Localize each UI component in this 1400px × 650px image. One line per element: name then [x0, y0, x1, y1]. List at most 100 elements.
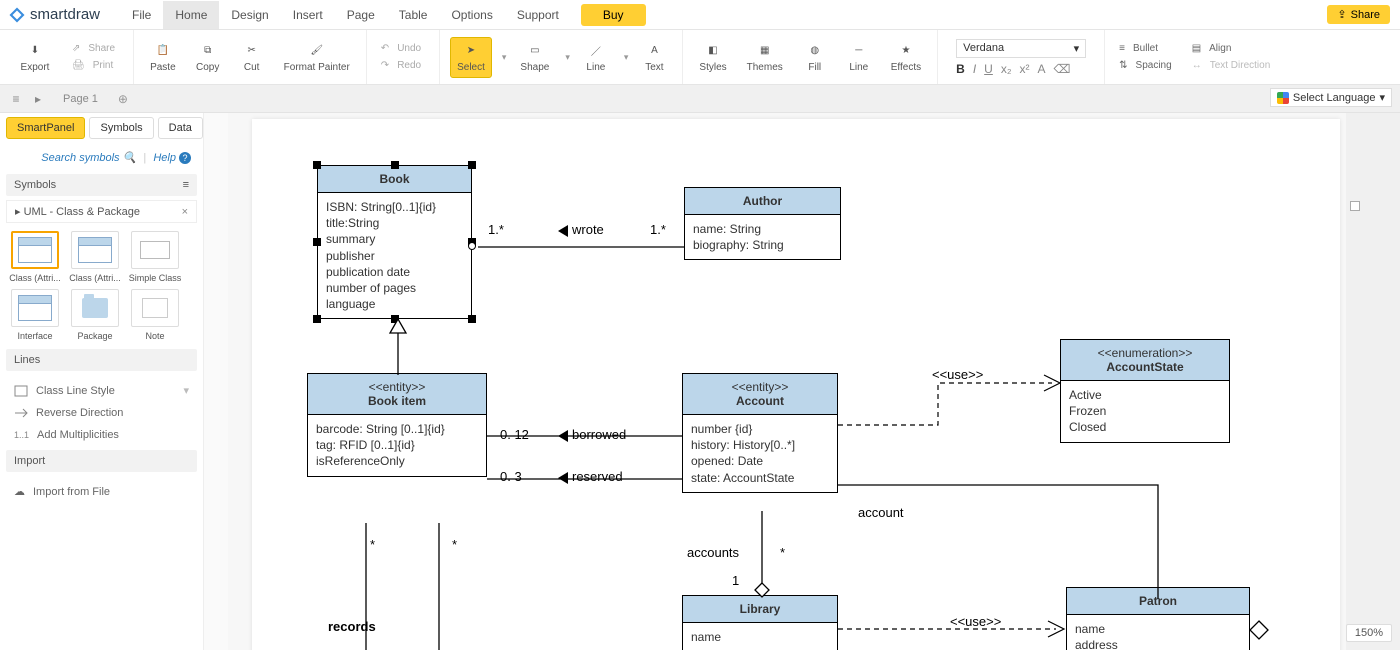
shape-caret-icon[interactable]: ▾	[565, 52, 570, 63]
tab-smartpanel[interactable]: SmartPanel	[6, 117, 85, 139]
bold-button[interactable]: B	[956, 62, 965, 76]
subscript-button[interactable]: x₂	[1001, 62, 1012, 76]
export-button[interactable]: ⬇ Export	[10, 38, 60, 77]
select-tool-button[interactable]: ➤Select	[450, 37, 492, 78]
menu-table[interactable]: Table	[387, 1, 440, 29]
menu-design[interactable]: Design	[219, 1, 280, 29]
panel-toggle-icon[interactable]: ≡	[5, 92, 27, 106]
panel-collapse-icon[interactable]: ▸	[27, 92, 49, 106]
line-caret-icon[interactable]: ▾	[624, 52, 629, 63]
mult-label: 1	[732, 573, 739, 588]
mult-label: 1.*	[488, 222, 504, 237]
line-style-row[interactable]: Class Line Style▾	[8, 379, 195, 402]
zoom-level[interactable]: 150%	[1346, 624, 1392, 642]
selection-handle[interactable]	[313, 238, 321, 246]
ribbon-share-button[interactable]: ⇗ Share	[68, 41, 123, 56]
menu-file[interactable]: File	[120, 1, 163, 29]
connector-account-library[interactable]	[752, 511, 772, 597]
line-style-button[interactable]: ─Line	[841, 38, 877, 77]
library-header[interactable]: ▸ UML - Class & Package ×	[6, 200, 197, 223]
uml-class-book[interactable]: Book ISBN: String[0..1]{id} title:String…	[317, 165, 472, 319]
selection-handle[interactable]	[391, 161, 399, 169]
thumb-interface[interactable]: Interface	[8, 289, 62, 341]
themes-button[interactable]: ▦Themes	[741, 38, 789, 77]
undo-button[interactable]: ↶ Undo	[377, 41, 429, 56]
buy-button[interactable]: Buy	[581, 4, 646, 26]
redo-button[interactable]: ↷ Redo	[377, 58, 429, 73]
select-caret-icon[interactable]: ▾	[502, 52, 507, 63]
uml-stereotype: <<entity>>	[687, 380, 833, 394]
uml-class-account[interactable]: <<entity>> Account number {id} history: …	[682, 373, 838, 493]
thumb-class-attributes-2[interactable]: Class (Attri...	[68, 231, 122, 283]
connector-bookitem-down-2[interactable]	[437, 523, 441, 650]
import-from-file-row[interactable]: ☁Import from File	[8, 480, 195, 503]
font-color-button[interactable]: A	[1038, 62, 1046, 76]
menu-page[interactable]: Page	[335, 1, 387, 29]
bullet-button[interactable]: ≡ Bullet	[1115, 41, 1180, 56]
line-tool-button[interactable]: ／Line	[578, 38, 614, 77]
menubar: smartdraw File Home Design Insert Page T…	[0, 0, 1400, 30]
superscript-button[interactable]: x²	[1020, 62, 1030, 76]
chevron-down-icon: ▾	[183, 384, 189, 397]
tab-data[interactable]: Data	[158, 117, 203, 139]
thumb-note[interactable]: Note	[128, 289, 182, 341]
selection-handle[interactable]	[468, 315, 476, 323]
format-painter-button[interactable]: 🖌Format Painter	[278, 38, 356, 77]
cursor-icon: ➤	[462, 42, 480, 60]
menu-insert[interactable]: Insert	[281, 1, 335, 29]
ribbon-print-button[interactable]: 🖨 Print	[68, 58, 123, 73]
italic-button[interactable]: I	[973, 62, 976, 76]
add-multiplicities-row[interactable]: 1..1Add Multiplicities	[8, 424, 195, 446]
uml-class-accountstate[interactable]: <<enumeration>> AccountState Active Froz…	[1060, 339, 1230, 443]
fill-button[interactable]: ◍Fill	[797, 38, 833, 77]
connector-book-author[interactable]	[472, 245, 684, 249]
role-label: accounts	[687, 545, 739, 560]
spacing-button[interactable]: ⇅ Spacing	[1115, 58, 1180, 73]
menu-options[interactable]: Options	[439, 1, 504, 29]
selection-handle[interactable]	[313, 315, 321, 323]
app-logo: smartdraw	[8, 6, 100, 24]
clear-format-button[interactable]: ⌫	[1054, 62, 1071, 76]
canvas[interactable]: Book ISBN: String[0..1]{id} title:String…	[204, 113, 1400, 650]
search-symbols-link[interactable]: Search symbols 🔍	[41, 152, 136, 164]
styles-button[interactable]: ◧Styles	[693, 38, 732, 77]
borrowed-text: borrowed	[572, 427, 626, 442]
align-button[interactable]: ▤ Align	[1188, 41, 1279, 56]
thumb-package[interactable]: Package	[68, 289, 122, 341]
help-link[interactable]: Help ?	[153, 152, 191, 164]
language-label: Select Language	[1293, 92, 1376, 104]
paste-button[interactable]: 📋Paste	[144, 38, 182, 77]
page-tab-1[interactable]: Page 1	[49, 93, 112, 105]
tab-symbols[interactable]: Symbols	[89, 117, 153, 139]
language-select[interactable]: Select Language ▾	[1270, 88, 1392, 107]
selection-handle[interactable]	[468, 161, 476, 169]
scrollbar-thumb[interactable]	[1350, 201, 1360, 211]
text-tool-button[interactable]: AText	[636, 38, 672, 77]
library-close-icon[interactable]: ×	[182, 206, 188, 218]
text-direction-button[interactable]: ↔ Text Direction	[1188, 58, 1279, 73]
add-page-button[interactable]: ⊕	[118, 92, 128, 106]
menu-home[interactable]: Home	[163, 1, 219, 29]
ribbon: ⬇ Export ⇗ Share 🖨 Print 📋Paste ⧉Copy ✂C…	[0, 30, 1400, 85]
uml-title-text: AccountState	[1106, 360, 1183, 374]
underline-button[interactable]: U	[984, 62, 993, 76]
reverse-direction-row[interactable]: Reverse Direction	[8, 402, 195, 424]
uml-class-author[interactable]: Author name: String biography: String	[684, 187, 841, 260]
effects-button[interactable]: ★Effects	[885, 38, 927, 77]
shape-tool-button[interactable]: ▭Shape	[514, 38, 555, 77]
symbols-menu-icon[interactable]: ≡	[183, 179, 189, 191]
cut-button[interactable]: ✂Cut	[234, 38, 270, 77]
line-tool-icon: ／	[587, 42, 605, 60]
uml-class-bookitem[interactable]: <<entity>> Book item barcode: String [0.…	[307, 373, 487, 477]
thumb-simple-class[interactable]: Simple Class	[128, 231, 182, 283]
selection-handle[interactable]	[313, 161, 321, 169]
copy-button[interactable]: ⧉Copy	[190, 38, 226, 77]
menu-support[interactable]: Support	[505, 1, 571, 29]
thumb-class-attributes[interactable]: Class (Attri...	[8, 231, 62, 283]
share-button-top[interactable]: ⇪ Share	[1327, 5, 1390, 24]
paper[interactable]: Book ISBN: String[0..1]{id} title:String…	[252, 119, 1340, 650]
connector-bookitem-book[interactable]	[388, 319, 408, 375]
uml-class-library[interactable]: Library name	[682, 595, 838, 650]
font-select[interactable]: Verdana▾	[956, 39, 1086, 58]
connector-account-patron[interactable]	[838, 479, 1168, 629]
